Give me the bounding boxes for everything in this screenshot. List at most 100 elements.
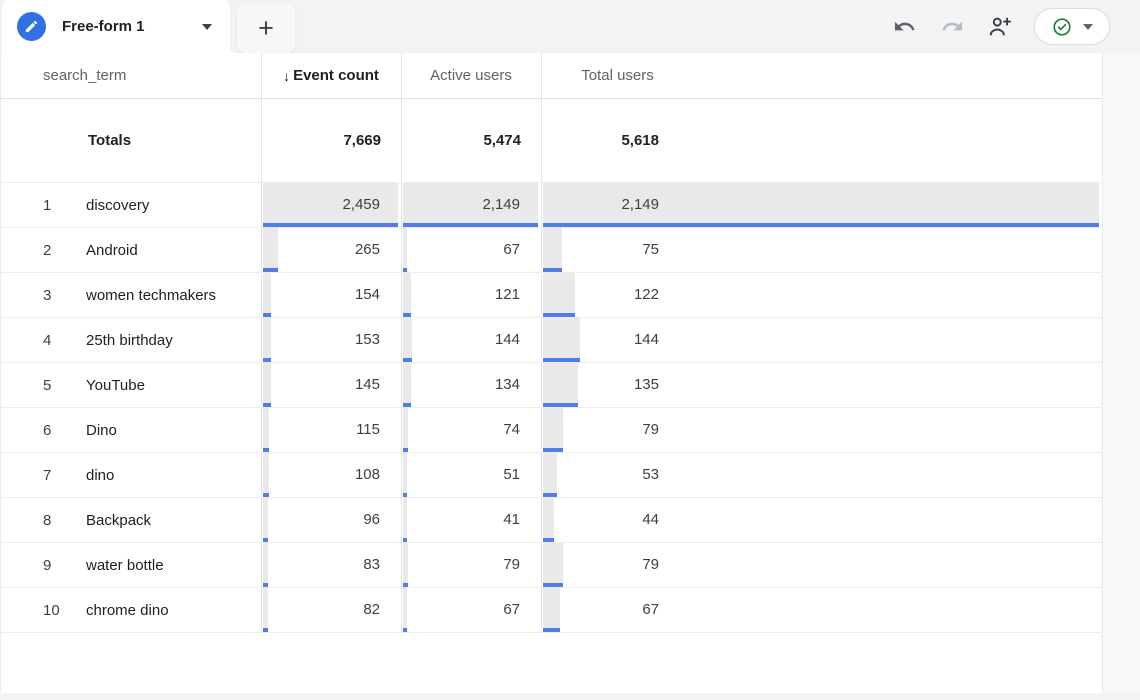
value-bar	[403, 318, 412, 362]
column-header-active-users[interactable]: Active users	[401, 53, 541, 98]
total-users-cell[interactable]: 67	[541, 588, 1102, 632]
row-rank: 1	[43, 197, 86, 214]
metric-value: 115	[356, 408, 380, 450]
undo-icon[interactable]	[890, 13, 918, 41]
table-row[interactable]: 9 water bottle 83 79 79	[1, 543, 1102, 588]
metric-value: 53	[543, 453, 659, 495]
search-term-value[interactable]: Backpack	[86, 512, 151, 529]
row-rank: 3	[43, 287, 86, 304]
metric-value: 122	[543, 273, 659, 315]
event-count-cell[interactable]: 108	[261, 453, 401, 497]
search-term-value[interactable]: women techmakers	[86, 287, 216, 304]
search-term-value[interactable]: Dino	[86, 422, 117, 439]
total-users-cell[interactable]: 79	[541, 408, 1102, 452]
search-term-value[interactable]: dino	[86, 467, 114, 484]
value-underline-bar	[263, 358, 271, 362]
table-row[interactable]: 4 25th birthday 153 144 144	[1, 318, 1102, 363]
chevron-down-icon	[1083, 24, 1093, 30]
column-header-event-count[interactable]: ↓ Event count	[261, 53, 401, 98]
value-bar	[263, 453, 269, 497]
active-users-cell[interactable]: 51	[401, 453, 541, 497]
search-term-value[interactable]: Android	[86, 242, 138, 259]
total-users-cell[interactable]: 122	[541, 273, 1102, 317]
table-body: 1 discovery 2,459 2,149 2,149	[1, 183, 1102, 633]
active-users-cell[interactable]: 2,149	[401, 183, 541, 227]
search-term-value[interactable]: chrome dino	[86, 602, 169, 619]
event-count-cell[interactable]: 2,459	[261, 183, 401, 227]
table-row[interactable]: 3 women techmakers 154 121 122	[1, 273, 1102, 318]
event-count-cell[interactable]: 145	[261, 363, 401, 407]
tab-free-form-1[interactable]: Free-form 1	[2, 0, 230, 53]
table-row[interactable]: 1 discovery 2,459 2,149 2,149	[1, 183, 1102, 228]
active-users-cell[interactable]: 67	[401, 228, 541, 272]
search-term-value[interactable]: YouTube	[86, 377, 145, 394]
value-underline-bar	[403, 628, 407, 632]
metric-value: 121	[495, 273, 520, 315]
metric-value: 79	[543, 408, 659, 450]
total-users-cell[interactable]: 44	[541, 498, 1102, 542]
event-count-cell[interactable]: 154	[261, 273, 401, 317]
active-users-cell[interactable]: 134	[401, 363, 541, 407]
total-users-cell[interactable]: 53	[541, 453, 1102, 497]
table-row[interactable]: 8 Backpack 96 41 44	[1, 498, 1102, 543]
value-underline-bar	[263, 583, 268, 587]
metric-value: 265	[355, 228, 380, 270]
value-underline-bar	[263, 313, 271, 317]
metric-value: 134	[495, 363, 520, 405]
table-row[interactable]: 2 Android 265 67 75	[1, 228, 1102, 273]
event-count-cell[interactable]: 265	[261, 228, 401, 272]
value-bar	[403, 228, 407, 272]
event-count-cell[interactable]: 83	[261, 543, 401, 587]
total-users-cell[interactable]: 79	[541, 543, 1102, 587]
toolbar	[890, 0, 1110, 53]
table-row[interactable]: 5 YouTube 145 134 135	[1, 363, 1102, 408]
column-header-search-term[interactable]: search_term	[1, 53, 261, 98]
total-users-cell[interactable]: 135	[541, 363, 1102, 407]
person-add-icon[interactable]	[986, 13, 1014, 41]
metric-value: 75	[543, 228, 659, 270]
metric-value: 108	[355, 453, 380, 495]
metric-value: 145	[355, 363, 380, 405]
value-underline-bar	[403, 583, 408, 587]
event-count-cell[interactable]: 115	[261, 408, 401, 452]
column-header-total-users[interactable]: Total users	[541, 53, 694, 98]
event-count-cell[interactable]: 96	[261, 498, 401, 542]
table-row[interactable]: 10 chrome dino 82 67 67	[1, 588, 1102, 633]
active-users-cell[interactable]: 74	[401, 408, 541, 452]
event-count-cell[interactable]: 153	[261, 318, 401, 362]
metric-value: 82	[363, 588, 380, 630]
value-bar	[403, 408, 408, 452]
total-users-cell[interactable]: 144	[541, 318, 1102, 362]
metric-value: 96	[363, 498, 380, 540]
table-row[interactable]: 7 dino 108 51 53	[1, 453, 1102, 498]
row-rank: 2	[43, 242, 86, 259]
metric-value: 83	[363, 543, 380, 585]
table-row[interactable]: 6 Dino 115 74 79	[1, 408, 1102, 453]
search-term-value[interactable]: discovery	[86, 197, 149, 214]
search-term-value[interactable]: water bottle	[86, 557, 164, 574]
value-underline-bar	[403, 538, 407, 542]
redo-icon[interactable]	[938, 13, 966, 41]
chevron-down-icon[interactable]	[202, 24, 212, 30]
metric-value: 67	[503, 588, 520, 630]
metric-value: 74	[503, 408, 520, 450]
value-bar	[403, 273, 411, 317]
value-underline-bar	[403, 403, 411, 407]
value-underline-bar	[403, 448, 408, 452]
metric-value: 2,149	[482, 183, 520, 225]
metric-value: 44	[543, 498, 659, 540]
total-users-cell[interactable]: 2,149	[541, 183, 1102, 227]
active-users-cell[interactable]: 79	[401, 543, 541, 587]
sort-descending-icon: ↓	[283, 68, 290, 84]
active-users-cell[interactable]: 67	[401, 588, 541, 632]
column-header-label: Event count	[293, 67, 379, 84]
add-tab-button[interactable]: +	[237, 3, 295, 53]
active-users-cell[interactable]: 144	[401, 318, 541, 362]
search-term-value[interactable]: 25th birthday	[86, 332, 173, 349]
event-count-cell[interactable]: 82	[261, 588, 401, 632]
tab-strip: Free-form 1 +	[0, 0, 1140, 53]
total-users-cell[interactable]: 75	[541, 228, 1102, 272]
active-users-cell[interactable]: 41	[401, 498, 541, 542]
status-button[interactable]	[1034, 8, 1110, 45]
active-users-cell[interactable]: 121	[401, 273, 541, 317]
